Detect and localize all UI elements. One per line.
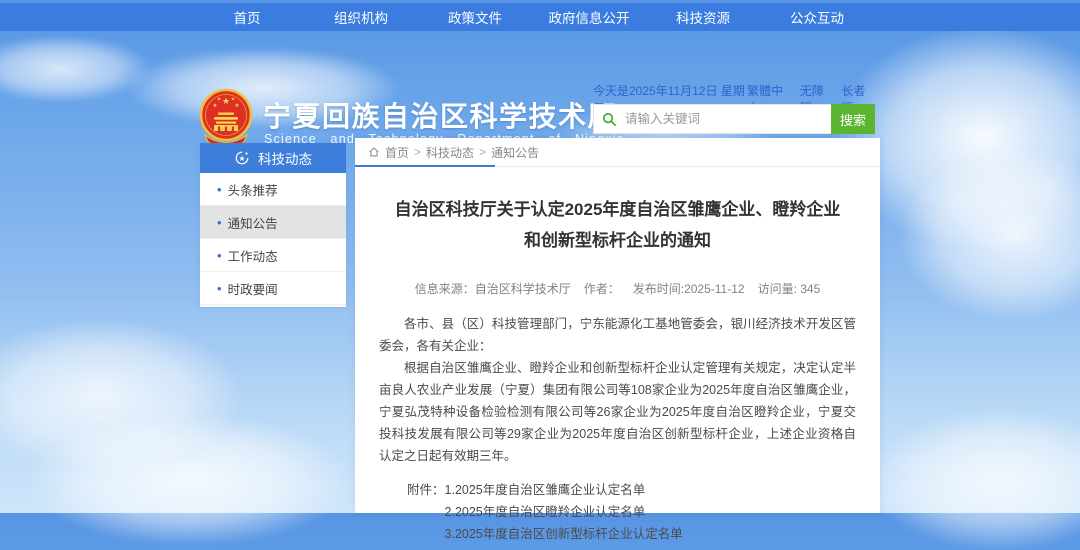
top-nav: 首页 组织机构 政策文件 政府信息公开 科技资源 公众互动 xyxy=(0,3,1080,31)
sidebar-item-current-affairs[interactable]: • 时政要闻 xyxy=(200,272,346,305)
nav-item-policy-documents[interactable]: 政策文件 xyxy=(418,7,532,27)
cloud-decoration xyxy=(30,415,350,545)
article-visit-count: 访问量: 345 xyxy=(758,280,821,297)
nav-item-home[interactable]: 首页 xyxy=(190,7,304,27)
article-source: 信息来源：自治区科学技术厅 xyxy=(415,280,571,297)
nav-item-organization[interactable]: 组织机构 xyxy=(304,7,418,27)
sidebar-item-label: 头条推荐 xyxy=(228,180,278,199)
site-banner: ★ ★ ★ ★ ★ 宁夏回族自治区科学技术厅 Science and Techn… xyxy=(0,31,1080,138)
article-paragraph: 根据自治区雏鹰企业、瞪羚企业和创新型标杆企业认定管理有关规定，决定认定半亩良人农… xyxy=(379,357,856,467)
article-author: 作者： xyxy=(584,280,620,297)
search-input[interactable] xyxy=(623,111,823,127)
bullet-icon: • xyxy=(217,216,222,229)
sidebar-item-label: 工作动态 xyxy=(228,246,278,265)
cloud-decoration xyxy=(900,150,1080,320)
article-title-line1: 自治区科技厅关于认定2025年度自治区雏鹰企业、瞪羚企业 xyxy=(385,194,850,225)
breadcrumb-notices[interactable]: 通知公告 xyxy=(491,144,539,161)
article-title-line2: 和创新型标杆企业的通知 xyxy=(385,225,850,256)
site-title: 宁夏回族自治区科学技术厅 xyxy=(263,95,617,135)
attachment-link-eagle-list[interactable]: 1.2025年度自治区雏鹰企业认定名单 xyxy=(445,479,683,501)
main-content-panel: 首页 > 科技动态 > 通知公告 自治区科技厅关于认定2025年度自治区雏鹰企业… xyxy=(355,138,880,513)
refresh-star-icon: ★ xyxy=(234,150,250,166)
bullet-icon: • xyxy=(217,282,222,295)
breadcrumb-separator: > xyxy=(414,145,421,159)
search-button[interactable]: 搜索 xyxy=(831,104,875,134)
breadcrumb-tech-news[interactable]: 科技动态 xyxy=(426,144,474,161)
breadcrumb-home[interactable]: 首页 xyxy=(385,144,409,161)
svg-text:★: ★ xyxy=(222,96,230,106)
search-box xyxy=(593,104,831,134)
bullet-icon: • xyxy=(217,183,222,196)
nav-item-public-interaction[interactable]: 公众互动 xyxy=(760,7,874,27)
bullet-icon: • xyxy=(217,249,222,262)
attachment-link-gazelle-list[interactable]: 2.2025年度自治区瞪羚企业认定名单 xyxy=(445,501,683,523)
article-title: 自治区科技厅关于认定2025年度自治区雏鹰企业、瞪羚企业 和创新型标杆企业的通知 xyxy=(355,194,880,256)
home-icon xyxy=(368,146,380,158)
svg-text:★: ★ xyxy=(213,103,218,109)
cloud-decoration xyxy=(0,320,240,470)
search-icon xyxy=(602,112,617,127)
article-meta: 信息来源：自治区科学技术厅 作者： 发布时间:2025-11-12 访问量: 3… xyxy=(355,280,880,297)
sidebar-title: 科技动态 xyxy=(258,148,312,168)
attachments-section: 附件： 1.2025年度自治区雏鹰企业认定名单 2.2025年度自治区瞪羚企业认… xyxy=(407,479,856,545)
svg-text:★: ★ xyxy=(217,97,222,103)
article-paragraph: 各市、县（区）科技管理部门，宁东能源化工基地管委会，银川经济技术开发区管委会，各… xyxy=(379,313,856,357)
sidebar-item-label: 通知公告 xyxy=(228,213,278,232)
svg-text:★: ★ xyxy=(231,97,236,103)
sidebar: ★ 科技动态 • 头条推荐 • 通知公告 • 工作动态 • 时政要闻 xyxy=(200,143,346,307)
sidebar-item-notices[interactable]: • 通知公告 xyxy=(200,206,346,239)
attachments-label: 附件： xyxy=(407,479,445,545)
attachment-link-benchmark-list[interactable]: 3.2025年度自治区创新型标杆企业认定名单 xyxy=(445,523,683,545)
article-body: 各市、县（区）科技管理部门，宁东能源化工基地管委会，银川经济技术开发区管委会，各… xyxy=(379,313,856,467)
sidebar-header: ★ 科技动态 xyxy=(200,143,346,173)
breadcrumb-separator: > xyxy=(479,145,486,159)
sidebar-item-headlines[interactable]: • 头条推荐 xyxy=(200,173,346,206)
svg-text:★: ★ xyxy=(239,154,246,163)
nav-item-tech-resources[interactable]: 科技资源 xyxy=(646,7,760,27)
sidebar-item-work-updates[interactable]: • 工作动态 xyxy=(200,239,346,272)
search-bar: 搜索 xyxy=(593,104,875,134)
sidebar-item-label: 时政要闻 xyxy=(228,279,278,298)
breadcrumb: 首页 > 科技动态 > 通知公告 xyxy=(355,138,880,167)
nav-item-gov-info-disclosure[interactable]: 政府信息公开 xyxy=(532,7,646,27)
article-publish-time: 发布时间:2025-11-12 xyxy=(633,280,745,297)
attachments-list: 1.2025年度自治区雏鹰企业认定名单 2.2025年度自治区瞪羚企业认定名单 … xyxy=(445,479,683,545)
cloud-decoration xyxy=(870,410,1080,550)
svg-text:★: ★ xyxy=(235,103,240,109)
